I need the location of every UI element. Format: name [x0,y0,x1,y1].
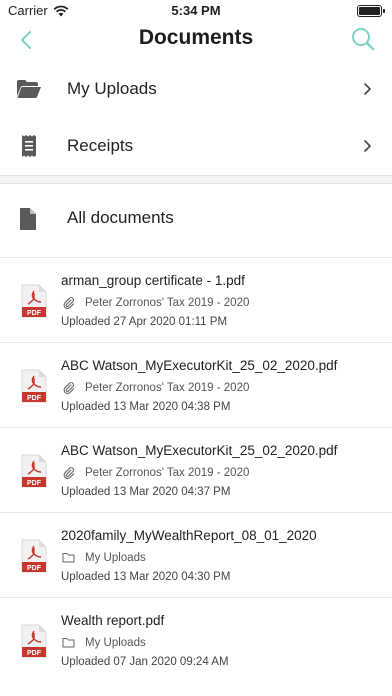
document-upload-date: Uploaded 27 Apr 2020 01:11 PM [61,316,228,328]
paperclip-icon [61,296,76,309]
menu-item-receipts[interactable]: Receipts [0,117,392,174]
chevron-right-icon [364,139,371,152]
pdf-badge-label: PDF [27,480,42,487]
pdf-badge-label: PDF [27,565,42,572]
document-row[interactable]: PDF 2020family_MyWealthReport_08_01_2020… [0,512,392,597]
status-time: 5:34 PM [171,3,221,18]
folder-open-icon [16,76,42,102]
document-name: Wealth report.pdf [61,613,165,628]
document-location: My Uploads [61,636,146,649]
pdf-file-icon: PDF [21,624,47,658]
navigation-bar: Documents [0,22,392,58]
menu-item-label: Receipts [67,135,134,155]
pdf-file-icon: PDF [21,454,47,488]
folder-icon [61,636,76,649]
pdf-badge-label: PDF [27,650,42,657]
document-upload-date: Uploaded 13 Mar 2020 04:30 PM [61,571,231,583]
search-button[interactable] [350,26,376,52]
document-name: arman_group certificate - 1.pdf [61,273,245,288]
paperclip-icon [61,381,76,394]
document-name: ABC Watson_MyExecutorKit_25_02_2020.pdf [61,443,338,458]
section-divider [0,175,392,184]
status-bar: Carrier 5:34 PM [0,0,392,22]
document-location: Peter Zorronos' Tax 2019 - 2020 [61,296,249,309]
document-upload-date: Uploaded 13 Mar 2020 04:38 PM [61,401,231,413]
menu-item-my-uploads[interactable]: My Uploads [0,60,392,117]
chevron-right-icon [364,82,371,95]
document-list: PDF arman_group certificate - 1.pdf Pete… [0,257,392,682]
document-location-text: My Uploads [85,551,146,564]
document-location-text: Peter Zorronos' Tax 2019 - 2020 [85,296,250,309]
menu-item-label: My Uploads [67,78,157,98]
paperclip-icon [61,466,76,479]
pdf-file-icon: PDF [21,539,47,573]
document-location: My Uploads [61,551,146,564]
document-row[interactable]: PDF ABC Watson_MyExecutorKit_25_02_2020.… [0,342,392,427]
pdf-badge-label: PDF [27,395,42,402]
pdf-badge-label: PDF [27,310,42,317]
document-location-text: My Uploads [85,636,146,649]
document-row[interactable]: PDF Wealth report.pdf My Uploads Uploade… [0,597,392,682]
receipt-icon [16,133,42,159]
document-upload-date: Uploaded 07 Jan 2020 09:24 AM [61,656,229,668]
page-title: Documents [138,26,254,49]
document-icon [20,208,36,230]
pdf-file-icon: PDF [21,284,47,318]
document-location: Peter Zorronos' Tax 2019 - 2020 [61,381,249,394]
document-upload-date: Uploaded 13 Mar 2020 04:37 PM [61,486,231,498]
all-documents-header: All documents [0,190,392,246]
document-location: Peter Zorronos' Tax 2019 - 2020 [61,466,249,479]
document-location-text: Peter Zorronos' Tax 2019 - 2020 [85,466,250,479]
folder-icon [61,551,76,564]
document-name: 2020family_MyWealthReport_08_01_2020 [61,528,317,543]
search-icon [352,28,375,51]
all-documents-label: All documents [67,208,174,227]
document-name: ABC Watson_MyExecutorKit_25_02_2020.pdf [61,358,338,373]
document-row[interactable]: PDF arman_group certificate - 1.pdf Pete… [0,257,392,342]
document-location-text: Peter Zorronos' Tax 2019 - 2020 [85,381,250,394]
document-row[interactable]: PDF ABC Watson_MyExecutorKit_25_02_2020.… [0,427,392,512]
battery-icon [357,5,385,17]
pdf-file-icon: PDF [21,369,47,403]
